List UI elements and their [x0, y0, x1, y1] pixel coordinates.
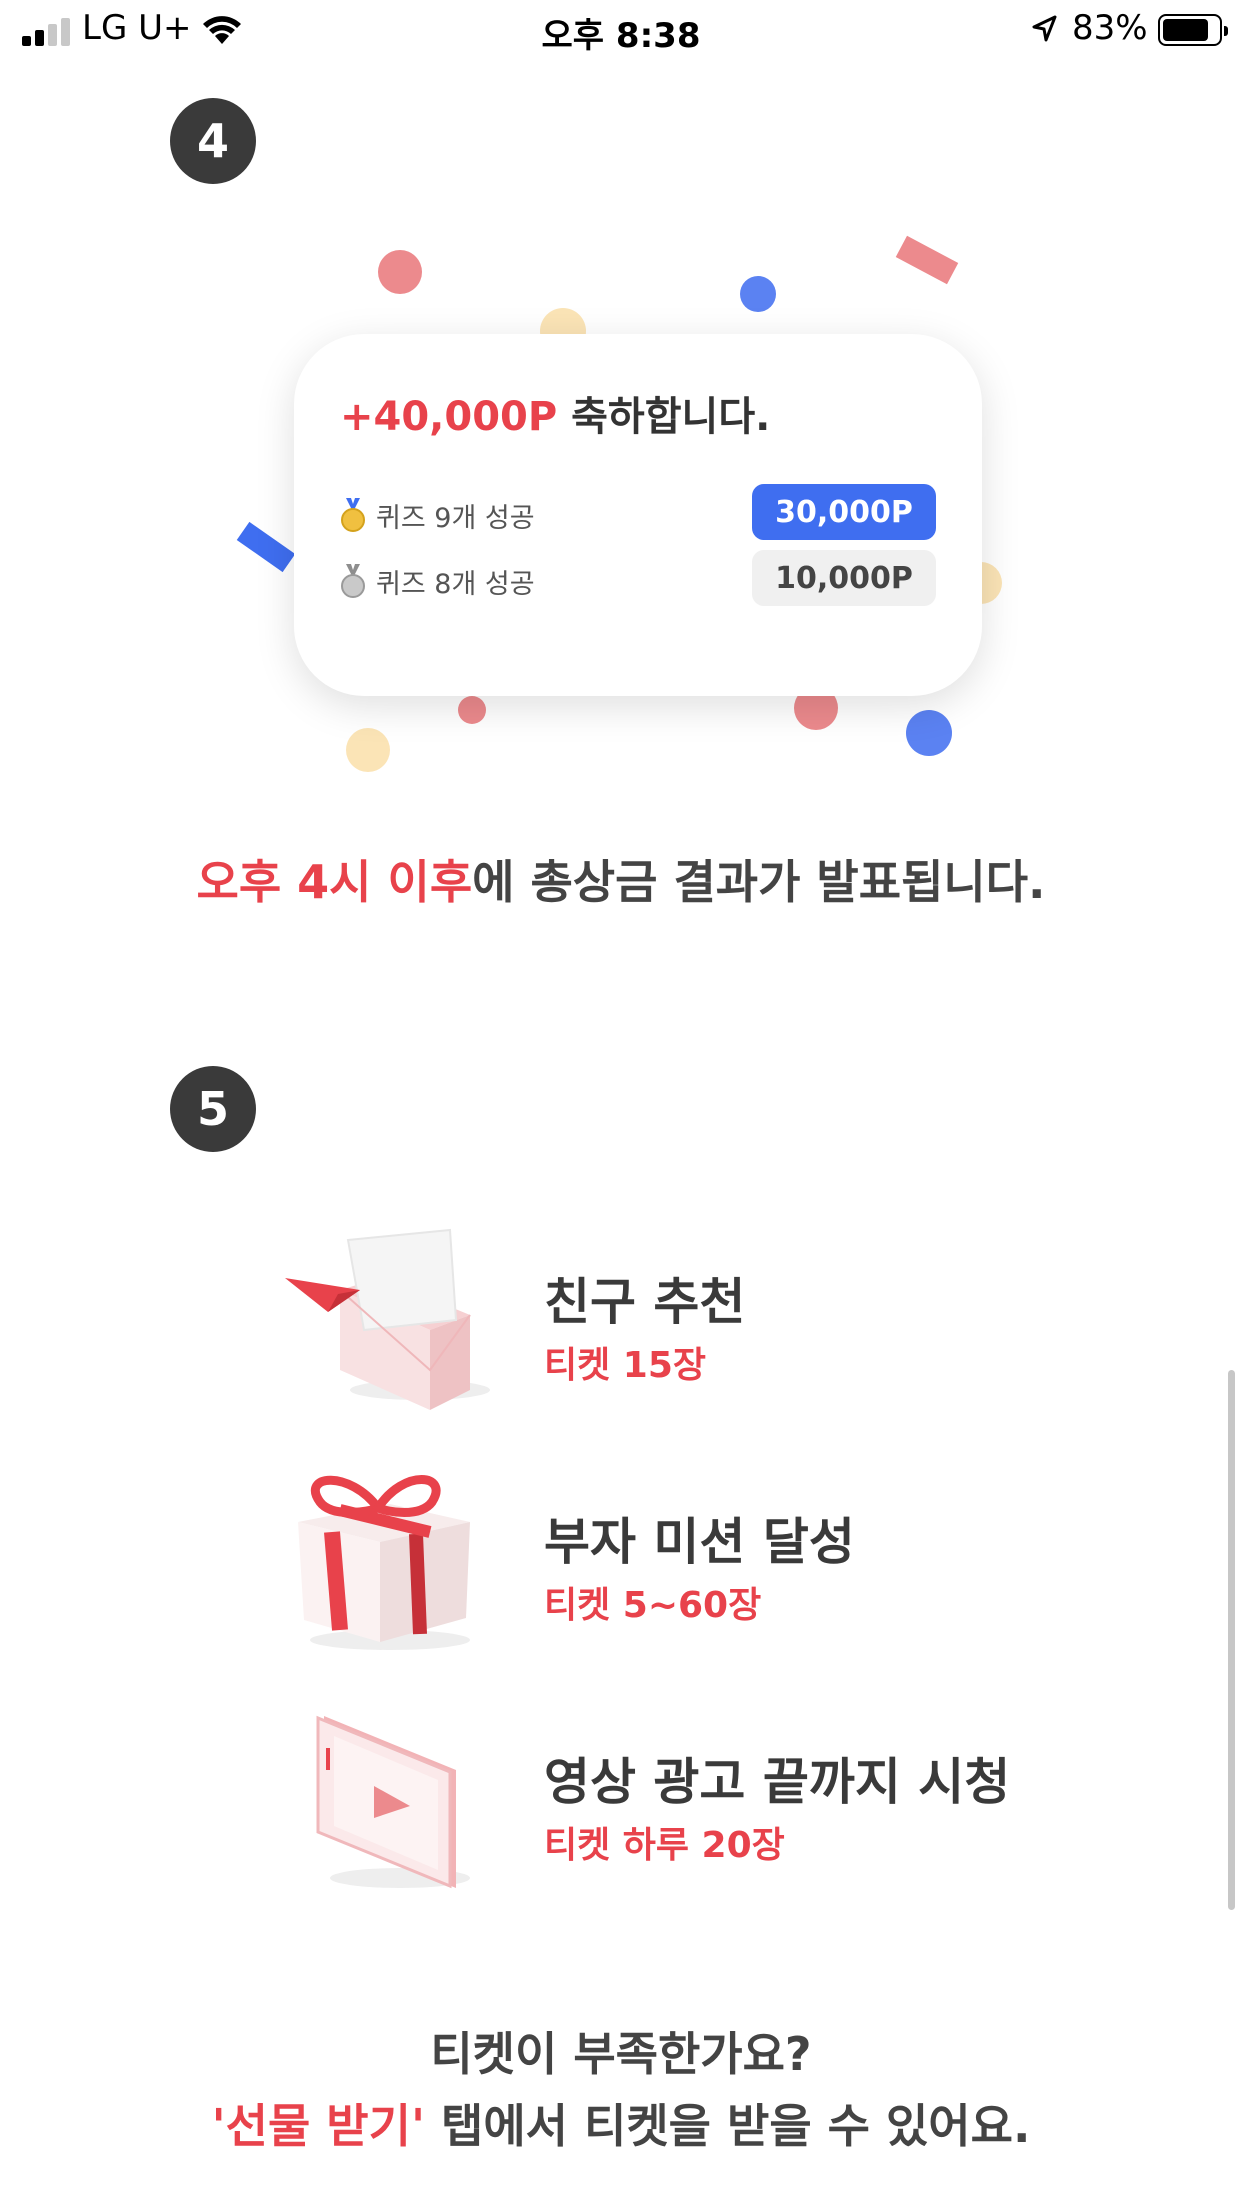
ticket-item-title: 부자 미션 달성 — [544, 1513, 855, 1571]
points-pill-secondary: 10,000P — [752, 550, 936, 606]
ticket-item-subtitle: 티켓 15장 — [544, 1345, 706, 1386]
announcement-rest: 에 총상금 결과가 발표됩니다. — [472, 855, 1046, 909]
confetti-strip — [895, 235, 959, 285]
announcement-text: 오후 4시 이후에 총상금 결과가 발표됩니다. — [0, 846, 1242, 912]
battery-percent: 83% — [1072, 8, 1148, 48]
gift-box-icon — [298, 1475, 470, 1650]
card-title: +40,000P 축하합니다. — [340, 384, 770, 442]
footer-line2: '선물 받기' 탭에서 티켓을 받을 수 있어요. — [0, 2090, 1242, 2162]
ticket-item-title: 영상 광고 끝까지 시청 — [544, 1753, 1011, 1811]
video-phone-icon — [316, 1715, 470, 1889]
announcement-highlight: 오후 4시 이후 — [196, 855, 473, 909]
status-bar: LG U+ 오후 8:38 83% — [0, 0, 1242, 62]
gift-tab-highlight: '선물 받기' — [211, 2099, 426, 2153]
points-pill-primary: 30,000P — [752, 484, 936, 540]
battery-icon — [1158, 14, 1228, 46]
confetti-dot — [740, 276, 776, 312]
card-row-label: 퀴즈 9개 성공 — [376, 503, 535, 534]
card-title-points: +40,000P — [340, 394, 558, 440]
reward-result-card: +40,000P 축하합니다. 퀴즈 9개 성공 30,000P 퀴즈 8개 성… — [294, 334, 982, 696]
ticket-shortage-footer: 티켓이 부족한가요? '선물 받기' 탭에서 티켓을 받을 수 있어요. — [0, 2018, 1242, 2162]
location-arrow-icon — [1032, 15, 1057, 42]
card-title-text: 축하합니다. — [557, 394, 771, 440]
silver-medal-icon — [341, 564, 365, 598]
footer-line1: 티켓이 부족한가요? — [430, 2027, 812, 2081]
ticket-item-subtitle: 티켓 하루 20장 — [544, 1825, 785, 1866]
ticket-item-friend-referral: 친구 추천 티켓 15장 — [280, 1220, 1180, 1410]
ticket-item-subtitle: 티켓 5~60장 — [544, 1585, 762, 1626]
step-5-badge: 5 — [170, 1066, 256, 1152]
confetti-dot — [906, 710, 952, 756]
confetti-dot — [378, 250, 422, 294]
step-4-badge: 4 — [170, 98, 256, 184]
ticket-item-title: 친구 추천 — [544, 1273, 746, 1331]
confetti-strip — [236, 521, 296, 573]
card-row-8-success: 퀴즈 8개 성공 10,000P — [340, 550, 936, 606]
envelope-paper-plane-icon — [285, 1228, 490, 1410]
card-row-9-success: 퀴즈 9개 성공 30,000P — [340, 484, 936, 540]
ticket-item-mission: 부자 미션 달성 티켓 5~60장 — [280, 1460, 1180, 1650]
footer-line2-rest: 탭에서 티켓을 받을 수 있어요. — [425, 2099, 1031, 2153]
ticket-item-video-ad: 영상 광고 끝까지 시청 티켓 하루 20장 — [280, 1700, 1180, 1890]
vertical-scrollbar[interactable] — [1228, 1370, 1235, 1910]
gold-medal-icon — [341, 498, 365, 532]
confetti-dot — [346, 728, 390, 772]
confetti-dot — [458, 696, 486, 724]
card-row-label: 퀴즈 8개 성공 — [376, 569, 535, 600]
